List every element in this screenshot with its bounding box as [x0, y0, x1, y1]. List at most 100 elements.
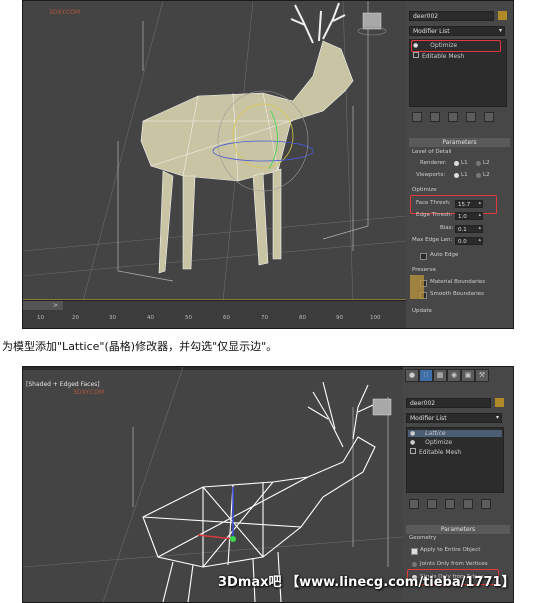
stack-item-editable-mesh[interactable]: Editable Mesh [410, 448, 461, 456]
stack-item-label: Editable Mesh [422, 53, 465, 60]
deer-lattice-render [23, 367, 403, 602]
viewcube-icon [372, 398, 392, 416]
perspective-viewport[interactable]: [Shaded + Edged Faces] 3DXY.COM [23, 367, 403, 602]
ruler-tick: 60 [223, 315, 230, 321]
stack-item-optimize[interactable]: ● Optimize [410, 439, 452, 446]
max-screenshot-optimize: 3DXY.COM > 10 20 30 40 50 60 70 80 90 10… [22, 0, 514, 329]
chevron-down-icon[interactable]: ▾ [496, 414, 499, 421]
motion-tab-icon[interactable]: ◉ [447, 369, 461, 382]
update-group-label: Update [412, 308, 432, 314]
create-tab-icon[interactable]: ● [405, 369, 419, 382]
ruler-tick: 20 [72, 315, 79, 321]
parameters-rollout[interactable]: Parameters [409, 138, 510, 147]
show-end-result-icon[interactable] [427, 499, 437, 509]
auto-edge-label: Auto Edge [430, 252, 459, 258]
viewport-watermark: 3DXY.COM [73, 389, 104, 396]
edge-thresh-label: Edge Thresh: [416, 212, 453, 218]
joints-only-label: Joints Only from Vertices [420, 561, 488, 567]
highlight-box [411, 40, 501, 52]
optimize-group-label: Optimize [412, 187, 437, 193]
renderer-l2-radio[interactable] [476, 161, 481, 166]
modifier-stack[interactable]: ● Optimize Editable Mesh [409, 39, 507, 107]
next-frame-icon[interactable]: > [53, 302, 58, 309]
modifier-list-dropdown[interactable]: Modifier List ▾ [409, 26, 505, 36]
site-watermark: 3Dmax吧 【www.linecg.com/tieba/1771】 [218, 575, 515, 590]
modifier-list-label: Modifier List [410, 415, 447, 422]
pin-stack-icon[interactable] [412, 112, 422, 122]
ruler-tick: 70 [261, 315, 268, 321]
auto-edge-checkbox[interactable] [420, 253, 427, 260]
ruler-tick: 50 [185, 315, 192, 321]
apply-entire-label: Apply to Entire Object [420, 547, 481, 553]
bias-label: Bias: [440, 225, 454, 231]
bias-spinner[interactable]: 0.1 [455, 224, 483, 233]
time-ruler[interactable]: > 10 20 30 40 50 60 70 80 90 100 [23, 300, 406, 328]
stack-item-label: Lattice [425, 430, 446, 437]
stack-item-editable-mesh[interactable]: Editable Mesh [413, 52, 464, 60]
material-boundaries-label: Material Boundaries [430, 279, 486, 285]
max-screenshot-lattice: [Shaded + Edged Faces] 3DXY.COM ● ∷ ▦ ◉ … [22, 366, 514, 603]
renderer-l1-label: L1 [461, 160, 468, 166]
viewports-l1-radio[interactable] [454, 173, 459, 178]
stack-item-label: Optimize [425, 439, 453, 446]
pin-stack-icon[interactable] [409, 499, 419, 509]
object-color-swatch[interactable] [498, 11, 507, 20]
logo-watermark [410, 275, 424, 299]
viewcube-icon [362, 12, 382, 30]
remove-modifier-icon[interactable] [466, 112, 476, 122]
renderer-l1-radio[interactable] [454, 161, 459, 166]
display-tab-icon[interactable]: ▣ [461, 369, 475, 382]
configure-sets-icon[interactable] [481, 499, 491, 509]
apply-entire-checkbox[interactable] [411, 548, 418, 555]
ruler-tick: 10 [37, 315, 44, 321]
deer-model-render [23, 1, 406, 301]
renderer-label: Renderer: [420, 160, 447, 166]
perspective-viewport[interactable]: 3DXY.COM [23, 1, 406, 301]
max-edge-len-spinner[interactable]: 0.0 [455, 236, 483, 245]
max-edge-len-label: Max Edge Len: [412, 237, 453, 243]
instruction-caption: 为模型添加"Lattice"(晶格)修改器，并勾选"仅显示边"。 [2, 340, 278, 353]
viewports-label: Viewports: [416, 172, 446, 178]
modifier-list-label: Modifier List [413, 28, 450, 35]
lightbulb-icon[interactable]: ● [410, 430, 415, 437]
object-name-field[interactable]: deer002 [409, 11, 494, 21]
modify-tab-icon[interactable]: ∷ [419, 369, 433, 382]
modifier-list-dropdown[interactable]: Modifier List ▾ [406, 413, 502, 423]
viewports-l2-radio[interactable] [476, 173, 481, 178]
stack-item-lattice[interactable]: ● Lattice [408, 430, 502, 437]
parameters-rollout[interactable]: Parameters [406, 525, 510, 534]
make-unique-icon[interactable] [448, 112, 458, 122]
object-name-field[interactable]: deer002 [406, 398, 491, 408]
renderer-l2-label: L2 [483, 160, 490, 166]
command-panel: ● ∷ ▦ ◉ ▣ ⚒ deer002 Modifier List ▾ ● La… [403, 367, 513, 602]
ruler-tick: 80 [299, 315, 306, 321]
viewport-watermark: 3DXY.COM [49, 9, 80, 16]
utilities-tab-icon[interactable]: ⚒ [475, 369, 489, 382]
smooth-boundaries-label: Smooth Boundaries [430, 291, 484, 297]
viewport-shading-label[interactable]: [Shaded + Edged Faces] [26, 381, 100, 388]
ruler-tick: 40 [147, 315, 154, 321]
ruler-tick: 100 [370, 315, 381, 321]
viewports-l2-label: L2 [483, 172, 490, 178]
expand-icon[interactable] [413, 52, 419, 58]
level-of-detail-label: Level of Detail [412, 149, 452, 155]
edge-thresh-spinner[interactable]: 1.0 [455, 211, 483, 220]
command-panel: deer002 Modifier List ▾ ● Optimize Edita… [406, 1, 513, 328]
object-color-swatch[interactable] [495, 398, 504, 407]
modifier-stack[interactable]: ● Lattice ● Optimize Editable Mesh [406, 427, 504, 493]
stack-item-label: Editable Mesh [419, 449, 462, 456]
ruler-tick: 90 [336, 315, 343, 321]
configure-sets-icon[interactable] [484, 112, 494, 122]
show-end-result-icon[interactable] [430, 112, 440, 122]
remove-modifier-icon[interactable] [463, 499, 473, 509]
joints-only-radio[interactable] [412, 562, 417, 567]
ruler-tick: 30 [109, 315, 116, 321]
preserve-group-label: Preserve [412, 267, 436, 273]
lightbulb-icon[interactable]: ● [410, 439, 415, 446]
viewports-l1-label: L1 [461, 172, 468, 178]
make-unique-icon[interactable] [445, 499, 455, 509]
hierarchy-tab-icon[interactable]: ▦ [433, 369, 447, 382]
expand-icon[interactable] [410, 448, 416, 454]
geometry-group-label: Geometry [409, 535, 437, 541]
chevron-down-icon[interactable]: ▾ [499, 27, 502, 34]
